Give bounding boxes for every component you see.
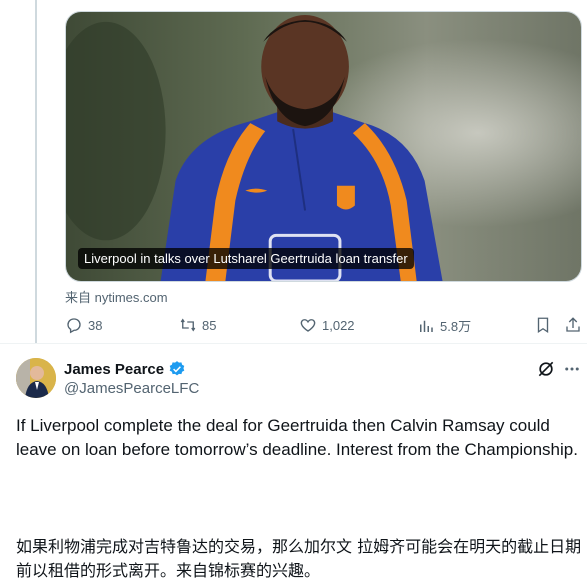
bookmark-icon bbox=[537, 317, 549, 334]
tweet-text-english: If Liverpool complete the deal for Geert… bbox=[16, 416, 578, 459]
author-handle[interactable]: @JamesPearceLFC bbox=[64, 380, 199, 397]
avatar[interactable] bbox=[16, 358, 56, 398]
share-icon bbox=[566, 317, 580, 332]
article-image bbox=[66, 12, 581, 281]
author-name-text: James Pearce bbox=[64, 360, 165, 378]
repost-icon bbox=[180, 318, 196, 332]
reply-count: 38 bbox=[88, 317, 103, 333]
tweet-text-translation: 如果利物浦完成对吉特鲁达的交易，那么加尔文 拉姆齐可能会在明天的截止日期前以租借… bbox=[16, 537, 582, 580]
share-button[interactable] bbox=[564, 316, 582, 334]
card-source-domain[interactable]: 来自 nytimes.com bbox=[65, 287, 168, 306]
link-preview-card[interactable]: Liverpool in talks over Lutsharel Geertr… bbox=[65, 11, 582, 282]
repost-count: 85 bbox=[202, 317, 217, 333]
verified-icon bbox=[168, 360, 186, 378]
views-icon bbox=[420, 320, 433, 332]
article-headline: Liverpool in talks over Lutsharel Geertr… bbox=[78, 248, 414, 269]
tweet-divider bbox=[0, 343, 587, 344]
more-icon[interactable] bbox=[563, 359, 581, 379]
views-button[interactable]: 5.8万 bbox=[417, 316, 471, 335]
thread-connector-line bbox=[35, 0, 37, 343]
views-count: 5.8万 bbox=[440, 319, 472, 334]
like-button[interactable]: 1,022 bbox=[299, 316, 355, 334]
repost-button[interactable]: 85 bbox=[179, 316, 216, 334]
author-display-name[interactable]: James Pearce bbox=[64, 360, 186, 378]
bookmark-button[interactable] bbox=[534, 316, 552, 334]
reply-button[interactable]: 38 bbox=[65, 316, 102, 334]
like-icon bbox=[300, 319, 316, 332]
grok-icon[interactable] bbox=[536, 359, 556, 379]
reply-icon bbox=[67, 318, 81, 334]
like-count: 1,022 bbox=[322, 317, 355, 333]
tweet-action-bar: 38 85 1,022 5.8万 bbox=[65, 316, 585, 336]
